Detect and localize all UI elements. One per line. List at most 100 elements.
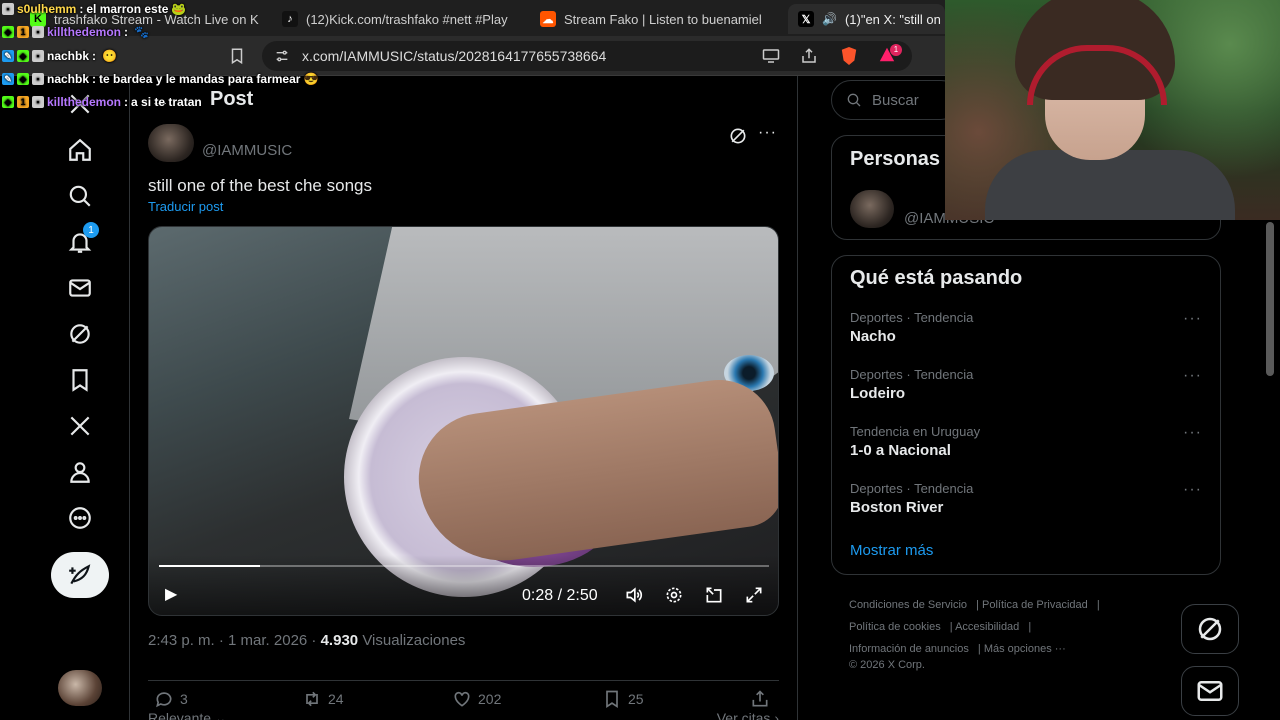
person-avatar[interactable]	[850, 190, 894, 228]
accessibility-link[interactable]: Accesibilidad	[955, 621, 1019, 633]
brave-shield-icon[interactable]	[840, 46, 858, 70]
chat-badge-icon: ◆	[17, 50, 29, 62]
privacy-link[interactable]: Política de Privacidad	[982, 599, 1088, 611]
trend-name: Lodeiro	[850, 385, 905, 402]
chat-message: ▪ s0ulhemm: el marron este 🐸	[2, 0, 186, 18]
trend-item[interactable]: Tendencia en Uruguay 1-0 a Nacional ···	[850, 424, 1202, 459]
chat-badge-icon: ✎	[2, 50, 14, 62]
people-title: Personas	[850, 148, 941, 170]
bookmark-button[interactable]: 25	[602, 689, 644, 709]
messages-icon[interactable]	[62, 270, 98, 306]
settings-gear-icon[interactable]	[664, 585, 684, 609]
translate-post-link[interactable]: Traducir post	[148, 199, 223, 214]
trend-name: 1-0 a Nacional	[850, 442, 951, 459]
video-time: 0:28 / 2:50	[522, 587, 598, 604]
view-quotes-link[interactable]: Ver citas ›	[717, 710, 779, 720]
tab-soundcloud[interactable]: ☁ Stream Fako | Listen to buenamiel	[530, 4, 780, 34]
show-more-link[interactable]: Mostrar más	[850, 542, 933, 559]
trend-item[interactable]: Deportes · Tendencia Lodeiro ···	[850, 367, 1202, 402]
more-options-icon[interactable]: ···	[1183, 310, 1202, 328]
post-timestamp[interactable]: 2:43 p. m. · 1 mar. 2026 ·	[148, 632, 316, 649]
fullscreen-icon[interactable]	[744, 585, 764, 609]
more-icon[interactable]	[62, 500, 98, 536]
messages-fab-button[interactable]	[1181, 666, 1239, 716]
chat-badge-icon: ◆	[17, 73, 29, 85]
notifications-badge: 1	[83, 222, 99, 238]
trend-name: Boston River	[850, 499, 944, 516]
profile-icon[interactable]	[62, 454, 98, 490]
scrollbar-thumb[interactable]	[1266, 222, 1274, 376]
premium-x-icon[interactable]	[62, 408, 98, 444]
tab-kick-2[interactable]: ♪ (12)Kick.com/trashfako #nett #Play	[272, 4, 522, 34]
webcam-person	[985, 150, 1235, 220]
more-options-link[interactable]: Más opciones ···	[984, 643, 1066, 655]
chat-username: s0ulhemm	[17, 2, 77, 16]
search-input[interactable]: Buscar	[831, 80, 961, 120]
trend-category: Tendencia en Uruguay	[850, 424, 981, 439]
grok-icon[interactable]	[728, 126, 748, 151]
more-options-icon[interactable]: ···	[758, 124, 777, 142]
site-settings-icon[interactable]	[274, 48, 290, 68]
notifications-icon[interactable]: 1	[62, 222, 99, 260]
share-button[interactable]	[750, 689, 770, 709]
share-icon	[752, 690, 768, 707]
messages-icon	[1197, 681, 1223, 701]
chat-badge-icon: ▪	[32, 50, 44, 62]
play-icon[interactable]: ▶	[165, 587, 177, 603]
terms-link[interactable]: Condiciones de Servicio	[849, 599, 967, 611]
chat-badge-icon: ◆	[2, 26, 14, 38]
chat-username: nachbk	[47, 72, 90, 86]
bookmark-icon[interactable]	[228, 47, 246, 69]
reply-count: 3	[180, 691, 188, 707]
emote-icon: 😎	[303, 72, 319, 86]
volume-icon[interactable]	[624, 585, 644, 609]
main-column: ← Post @IAMMUSIC ··· still one of the be…	[130, 76, 798, 720]
relevance-sort[interactable]: Relevante ⌄	[148, 710, 227, 720]
bookmark-count: 25	[628, 691, 644, 707]
chat-username: nachbk	[47, 49, 90, 63]
tab-x-active[interactable]: 𝕏 🔊 (1)"en X: "still on	[788, 4, 945, 34]
more-options-icon[interactable]: ···	[1183, 424, 1202, 442]
view-label: Visualizaciones	[362, 632, 466, 649]
like-button[interactable]: 202	[452, 689, 501, 709]
grok-icon	[1198, 617, 1222, 641]
search-placeholder: Buscar	[872, 91, 919, 109]
bookmarks-icon[interactable]	[62, 362, 98, 398]
bookmark-icon	[606, 690, 618, 709]
cast-icon[interactable]	[762, 48, 780, 68]
picture-in-picture-icon[interactable]	[704, 585, 724, 609]
video-player[interactable]: ▶ 0:28 / 2:50	[148, 226, 779, 616]
tiktok-icon: ♪	[282, 11, 298, 27]
chat-username: killthedemon	[47, 25, 122, 39]
grok-icon[interactable]	[62, 316, 98, 352]
repost-count: 24	[328, 691, 344, 707]
tab-label: (1)"en X: "still on	[844, 11, 941, 27]
more-options-icon[interactable]: ···	[1183, 367, 1202, 385]
trend-item[interactable]: Deportes · Tendencia Nacho ···	[850, 310, 1202, 345]
x-sidebar: 1	[0, 76, 130, 720]
grok-fab-button[interactable]	[1181, 604, 1239, 654]
video-progress-bar[interactable]	[159, 565, 769, 567]
home-icon[interactable]	[62, 132, 98, 168]
reply-button[interactable]: 3	[154, 689, 188, 709]
trend-name: Nacho	[850, 328, 896, 345]
more-options-icon[interactable]: ···	[1183, 481, 1202, 499]
trends-card: Qué está pasando Deportes · Tendencia Na…	[831, 255, 1221, 575]
compose-post-button[interactable]	[51, 552, 109, 598]
speaker-icon: 🔊	[822, 12, 837, 26]
like-count: 202	[478, 691, 502, 707]
x-logo-icon: 𝕏	[798, 11, 814, 27]
cookies-link[interactable]: Política de cookies	[849, 621, 941, 633]
heart-icon	[454, 691, 470, 707]
author-avatar[interactable]	[148, 124, 194, 162]
screen: { "browser": { "tabs": [ {"label": "tras…	[0, 0, 1280, 720]
tweet-text: still one of the best che songs	[148, 176, 372, 195]
account-avatar[interactable]	[58, 670, 102, 706]
trend-item[interactable]: Deportes · Tendencia Boston River ···	[850, 481, 1202, 516]
author-handle[interactable]: @IAMMUSIC	[202, 142, 292, 159]
search-icon[interactable]	[62, 178, 98, 214]
post-meta: 2:43 p. m. · 1 mar. 2026 · 4.930 Visuali…	[148, 632, 465, 649]
share-icon[interactable]	[800, 47, 818, 69]
chat-text: te bardea y le mandas para farmear	[99, 72, 301, 86]
repost-button[interactable]: 24	[302, 689, 344, 709]
